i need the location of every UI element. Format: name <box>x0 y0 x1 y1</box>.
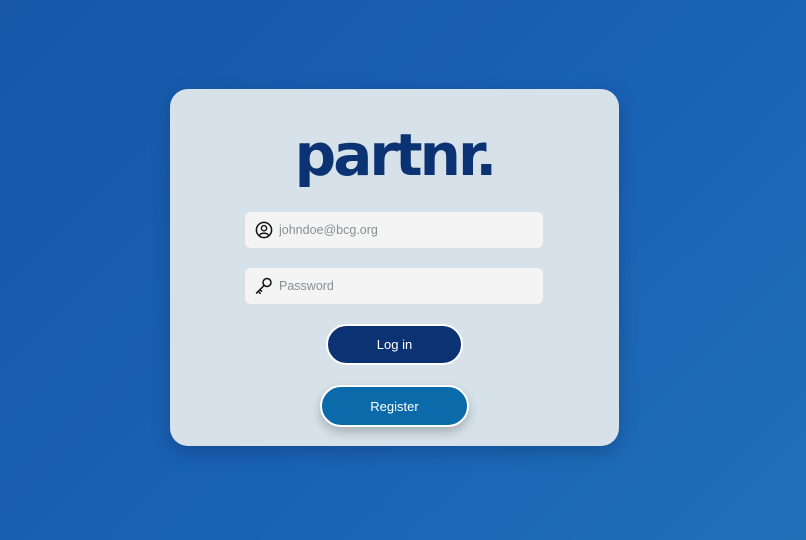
partnr-logo: partnr. <box>294 121 498 189</box>
register-button[interactable]: Register <box>320 385 469 427</box>
login-card: partnr. Log in Register <box>170 89 619 446</box>
password-field[interactable] <box>245 268 543 304</box>
login-button[interactable]: Log in <box>326 324 463 365</box>
password-input[interactable] <box>279 279 529 293</box>
key-icon <box>254 276 274 296</box>
email-field[interactable] <box>245 212 543 248</box>
user-circle-icon <box>254 220 274 240</box>
email-input[interactable] <box>279 223 529 237</box>
